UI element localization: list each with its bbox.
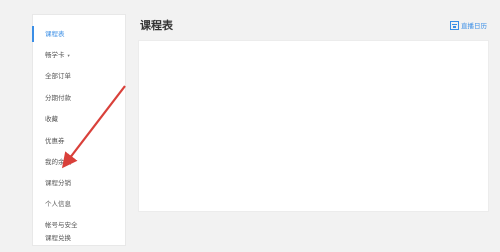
sidebar-item-label: 分期付款 [45, 94, 71, 102]
live-calendar-label: 直播日历 [461, 22, 487, 30]
page: 课程表 畅学卡 ▾ 全部订单 分期付款 收藏 优惠券 我的余额 课程分销 个人信息… [0, 0, 500, 252]
sidebar-item-label: 全部订单 [45, 72, 71, 80]
live-calendar-link[interactable]: 直播日历 [450, 20, 487, 30]
sidebar-item-balance[interactable]: 我的余额 [33, 153, 127, 171]
sidebar-item-label: 帐号与安全 [45, 221, 78, 229]
sidebar-item-label: 课程分销 [45, 179, 71, 187]
sidebar-item-label: 课程表 [45, 30, 65, 38]
sidebar-item-course-distribution[interactable]: 课程分销 [33, 174, 127, 192]
sidebar-item-favorites[interactable]: 收藏 [33, 110, 127, 128]
page-title: 课程表 [140, 19, 173, 32]
sidebar-item-label: 收藏 [45, 115, 58, 123]
sidebar-item-schedule[interactable]: 课程表 [32, 25, 127, 43]
sidebar-item-personal-info[interactable]: 个人信息 [33, 195, 127, 213]
sidebar-item-label: 个人信息 [45, 200, 71, 208]
sidebar-item-pass-card[interactable]: 畅学卡 ▾ [33, 46, 127, 64]
sidebar-item-label: 我的余额 [45, 158, 71, 166]
calendar-icon [450, 20, 459, 30]
sidebar-item-label: 课程兑换 [45, 234, 71, 242]
sidebar-item-label: 畅学卡 [45, 51, 65, 59]
caret-down-icon: ▾ [67, 54, 70, 59]
schedule-content-panel [138, 40, 489, 212]
sidebar: 课程表 畅学卡 ▾ 全部订单 分期付款 收藏 优惠券 我的余额 课程分销 个人信息… [32, 14, 126, 246]
sidebar-item-all-orders[interactable]: 全部订单 [33, 67, 127, 85]
sidebar-item-course-redeem[interactable]: 课程兑换 [33, 229, 127, 247]
sidebar-item-coupons[interactable]: 优惠券 [33, 132, 127, 150]
sidebar-item-label: 优惠券 [45, 137, 65, 145]
sidebar-item-installments[interactable]: 分期付款 [33, 89, 127, 107]
